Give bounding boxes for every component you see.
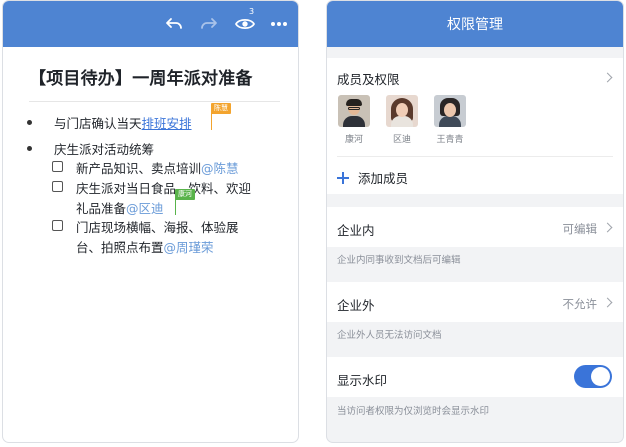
todo-text: 门店现场横幅、海报、体验展 — [76, 220, 239, 235]
list-item-text: 庆生派对活动统筹 — [54, 142, 155, 157]
todo-checkbox[interactable] — [52, 161, 63, 172]
todo-checkbox[interactable] — [52, 181, 63, 192]
list-item[interactable]: 庆生派对活动统筹 — [54, 139, 154, 158]
editor-toolbar: 3 — [3, 1, 298, 47]
male-avatar — [338, 95, 370, 127]
external-hint: 企业外人员无法访问文档 — [337, 330, 442, 341]
todo-item[interactable]: 新产品知识、卖点培训@陈慧 — [76, 158, 239, 177]
todo-text: 台、拍照点布置 — [76, 240, 164, 255]
todo-item[interactable]: 庆生派对当日食品、饮料、欢迎 — [76, 178, 251, 197]
member-name: 王青青 — [436, 135, 464, 145]
internal-permission-row[interactable]: 企业内 可编辑 — [327, 207, 623, 247]
title-divider — [29, 101, 280, 102]
todo-item-continuation[interactable]: 礼品准备@区迪 — [76, 198, 164, 217]
plus-icon — [337, 171, 349, 184]
internal-hint: 企业内同事收到文档后可编辑 — [337, 255, 461, 266]
members-label: 成员及权限 — [337, 72, 400, 87]
more-icon[interactable] — [266, 11, 292, 37]
eye-icon[interactable] — [232, 11, 258, 37]
collaborator-tag: 陈慧 — [211, 103, 231, 114]
collaborator-cursor — [211, 112, 212, 130]
todo-text: 新产品知识、卖点培训 — [76, 161, 202, 176]
internal-label: 企业内 — [337, 223, 375, 238]
chevron-right-icon — [602, 297, 613, 308]
collaborator-tag: 康河 — [175, 189, 195, 200]
todo-text: 庆生派对当日食品、饮料、欢迎 — [76, 181, 252, 196]
member-qudi[interactable]: 区迪 — [385, 95, 419, 145]
member-name: 区迪 — [392, 135, 411, 145]
add-member-button[interactable]: 添加成员 — [337, 168, 408, 187]
permission-panel: 权限管理 成员及权限 康河 区迪 王青青 添加成员 企业内 可编辑 企业内同事收… — [326, 0, 624, 443]
list-item-text: 与门店确认当天 — [54, 116, 142, 131]
mention[interactable]: @区迪 — [126, 201, 164, 216]
watermark-hint: 当访问者权限为仅浏览时会显示水印 — [337, 406, 490, 417]
document-title[interactable]: 【项目待办】一周年派对准备 — [29, 64, 253, 89]
female-avatar — [434, 95, 466, 127]
member-kanghe[interactable]: 康河 — [337, 95, 371, 145]
mention[interactable]: @周瑾荣 — [164, 240, 214, 255]
list-item[interactable]: 与门店确认当天排班安排 — [54, 113, 192, 132]
internal-value: 可编辑 — [562, 222, 598, 236]
external-value: 不允许 — [562, 297, 598, 311]
page-title: 权限管理 — [447, 17, 503, 33]
todo-item-continuation[interactable]: 台、拍照点布置@周瑾荣 — [76, 237, 214, 256]
female-avatar — [386, 95, 418, 127]
member-wangqingqing[interactable]: 王青青 — [433, 95, 467, 145]
watermark-toggle[interactable] — [574, 365, 612, 388]
todo-item[interactable]: 门店现场横幅、海报、体验展 — [76, 217, 239, 236]
redo-icon[interactable] — [196, 11, 222, 37]
divider — [337, 156, 613, 157]
toggle-knob — [591, 367, 610, 386]
todo-checkbox[interactable] — [52, 220, 63, 231]
member-name: 康河 — [344, 135, 363, 145]
schedule-link[interactable]: 排班安排 — [142, 116, 192, 131]
document-editor-panel: 3 【项目待办】一周年派对准备 与门店确认当天排班安排 陈慧 庆生派对活动统筹 … — [2, 0, 299, 443]
todo-text: 礼品准备 — [76, 201, 127, 216]
bullet-dot — [27, 146, 32, 151]
add-member-label: 添加成员 — [358, 171, 409, 186]
external-permission-row[interactable]: 企业外 不允许 — [327, 282, 623, 322]
bullet-dot — [27, 120, 32, 125]
external-label: 企业外 — [337, 298, 375, 313]
mention[interactable]: @陈慧 — [201, 161, 239, 176]
permission-header: 权限管理 — [327, 1, 623, 47]
watermark-label: 显示水印 — [337, 373, 388, 388]
undo-icon[interactable] — [161, 11, 187, 37]
viewer-count-badge: 3 — [249, 7, 255, 16]
chevron-right-icon — [602, 222, 613, 233]
chevron-right-icon[interactable] — [602, 72, 613, 83]
